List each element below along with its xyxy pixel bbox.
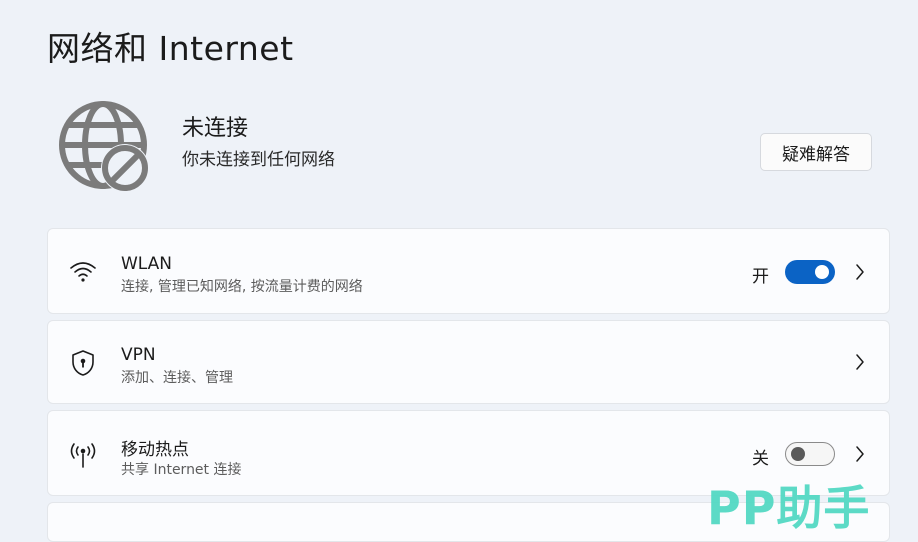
- wifi-icon: [70, 262, 96, 282]
- vpn-title: VPN: [121, 345, 156, 365]
- status-subtitle: 你未连接到任何网络: [182, 150, 335, 170]
- connection-status: 未连接 你未连接到任何网络 疑难解答: [58, 100, 873, 192]
- page-title: 网络和 Internet: [47, 29, 294, 68]
- wlan-title: WLAN: [121, 254, 173, 274]
- watermark: PP助手: [707, 481, 871, 535]
- shield-icon: [72, 350, 94, 376]
- vpn-description: 添加、连接、管理: [121, 370, 233, 386]
- wlan-toggle[interactable]: [785, 260, 835, 284]
- chevron-right-icon: [856, 446, 864, 462]
- chevron-right-icon: [856, 354, 864, 370]
- hotspot-antenna-icon: [70, 443, 96, 468]
- hotspot-toggle-label: 关: [752, 449, 769, 469]
- wlan-card[interactable]: WLAN 连接, 管理已知网络, 按流量计费的网络 开: [47, 228, 890, 314]
- wlan-description: 连接, 管理已知网络, 按流量计费的网络: [121, 279, 363, 295]
- hotspot-toggle[interactable]: [785, 442, 835, 466]
- hotspot-description: 共享 Internet 连接: [121, 462, 242, 478]
- globe-disconnected-icon: [59, 101, 149, 192]
- toggle-knob: [791, 447, 805, 461]
- vpn-card[interactable]: VPN 添加、连接、管理: [47, 320, 890, 404]
- troubleshoot-button[interactable]: 疑难解答: [760, 133, 872, 171]
- chevron-right-icon: [856, 264, 864, 280]
- status-title: 未连接: [182, 116, 249, 141]
- hotspot-title: 移动热点: [121, 440, 189, 460]
- toggle-knob: [815, 265, 829, 279]
- wlan-toggle-label: 开: [752, 267, 769, 287]
